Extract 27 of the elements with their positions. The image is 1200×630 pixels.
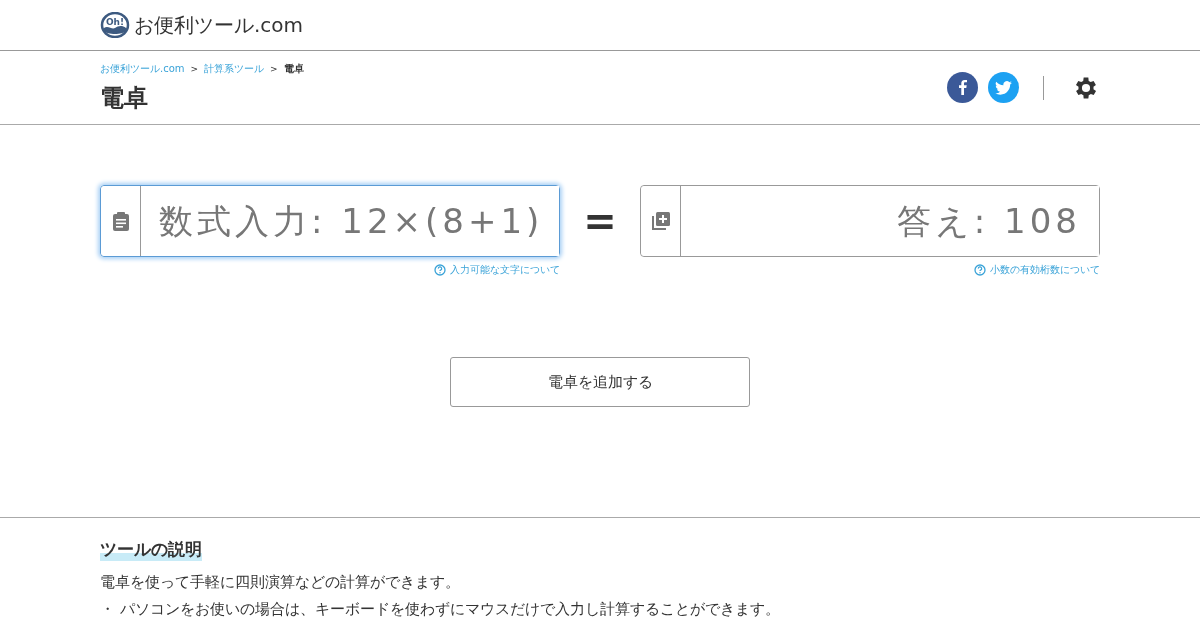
add-calculator-button[interactable]: 電卓を追加する bbox=[450, 357, 750, 407]
answer-field[interactable]: 答え: 108 bbox=[640, 185, 1100, 257]
bird-icon bbox=[995, 80, 1012, 95]
site-name[interactable]: お便利ツール.com bbox=[134, 11, 304, 39]
page-title: 電卓 bbox=[100, 82, 149, 114]
copy-button[interactable] bbox=[641, 186, 681, 256]
breadcrumb-link[interactable]: お便利ツール.com bbox=[100, 61, 185, 76]
logo-icon: Oh! bbox=[100, 12, 130, 38]
section-heading: ツールの説明 bbox=[100, 538, 202, 561]
description-text: 電卓を使って手軽に四則演算などの計算ができます。 bbox=[100, 573, 461, 592]
help-link[interactable]: 入力可能な文字について bbox=[434, 263, 560, 277]
clipboard-icon bbox=[111, 211, 130, 231]
current-page-label: 電卓 bbox=[283, 61, 304, 76]
help-link[interactable]: 小数の有効桁数について bbox=[974, 263, 1100, 277]
help-icon bbox=[974, 264, 986, 276]
expression-field[interactable]: 数式入力: 12×(8+1) bbox=[100, 185, 560, 257]
breadcrumb-separator: > bbox=[190, 63, 199, 74]
facebook-button[interactable] bbox=[947, 72, 978, 103]
equals-sign: = bbox=[582, 197, 618, 246]
breadcrumb-separator: > bbox=[270, 63, 278, 74]
f-letter-icon bbox=[958, 80, 967, 95]
description-text: ・ パソコンをお使いの場合は、キーボードを使わずにマウスだけで入力し計算することができます。 bbox=[100, 600, 781, 619]
breadcrumb-link[interactable]: 計算系ツール bbox=[204, 61, 265, 76]
twitter-button[interactable] bbox=[988, 72, 1019, 103]
add-copy-icon bbox=[650, 211, 671, 231]
help-icon bbox=[434, 264, 446, 276]
paste-button[interactable] bbox=[101, 186, 141, 256]
